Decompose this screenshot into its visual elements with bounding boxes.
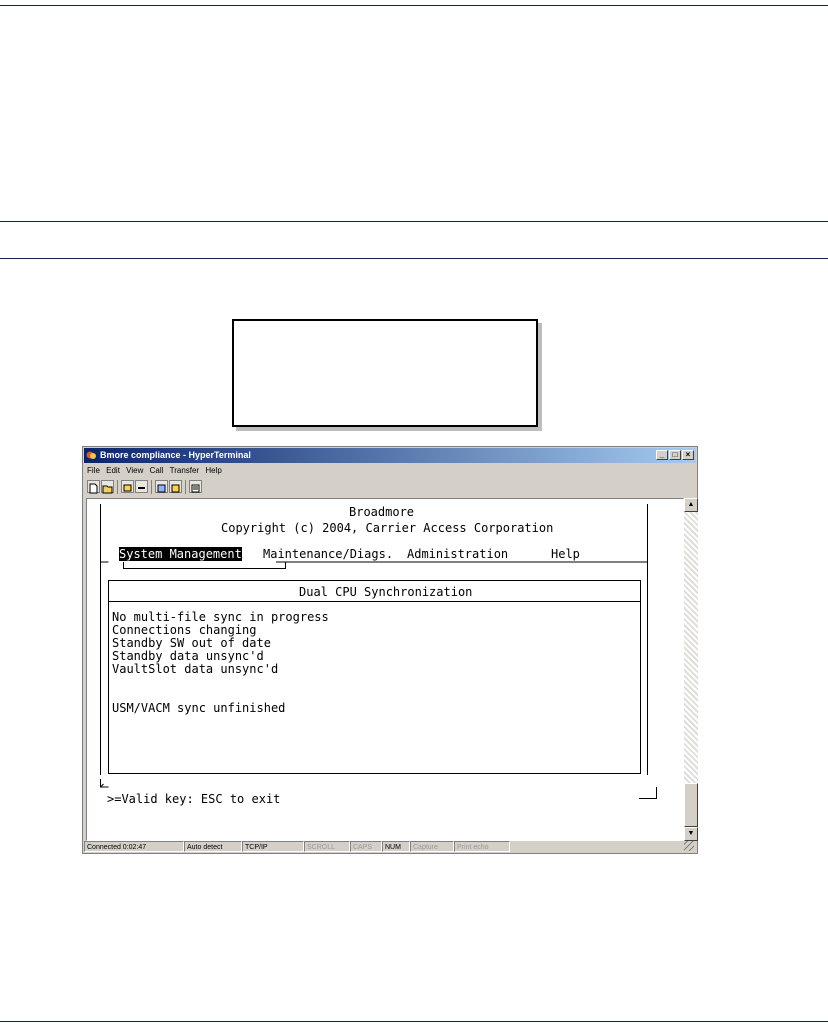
toolbar-separator <box>117 480 118 494</box>
hyperterminal-window: Bmore compliance - HyperTerminal _ □ × F… <box>82 446 698 854</box>
status-line: VaultSlot data unsync'd <box>112 662 279 676</box>
status-line: Standby data unsync'd <box>112 649 264 663</box>
new-icon[interactable] <box>87 480 100 494</box>
receive-icon[interactable] <box>169 480 182 493</box>
status-capture: Capture <box>410 841 454 852</box>
disconnect-icon[interactable] <box>135 480 148 493</box>
toolbar-separator <box>151 480 152 494</box>
window-title: Bmore compliance - HyperTerminal <box>100 450 251 460</box>
copyright-line: Copyright (c) 2004, Carrier Access Corpo… <box>221 521 554 535</box>
callout-box <box>232 319 538 427</box>
close-button[interactable]: × <box>682 450 694 460</box>
scroll-down-icon: ▼ <box>687 830 695 837</box>
status-caps: CAPS <box>350 841 382 852</box>
top-rule <box>0 5 828 6</box>
scroll-down-button[interactable]: ▼ <box>684 827 698 841</box>
menu-system-management[interactable]: System Management <box>119 547 242 561</box>
vertical-scrollbar[interactable]: ▲ ▼ <box>684 498 698 841</box>
hyperterminal-app-icon <box>86 451 96 459</box>
status-line: USM/VACM sync unfinished <box>112 701 286 715</box>
maximize-button[interactable]: □ <box>669 450 681 460</box>
menu-file[interactable]: File <box>87 466 100 475</box>
scroll-up-icon: ▲ <box>687 501 695 508</box>
scroll-thumb[interactable] <box>684 783 698 827</box>
minimize-button[interactable]: _ <box>656 450 668 460</box>
key-prompt: >=Valid key: ESC to exit <box>107 792 281 806</box>
menu-call[interactable]: Call <box>150 466 164 475</box>
maximize-icon: □ <box>672 450 678 459</box>
menu-view[interactable]: View <box>126 466 143 475</box>
menu-transfer[interactable]: Transfer <box>170 466 200 475</box>
menu-help[interactable]: Help <box>205 466 221 475</box>
bottom-rule <box>0 1021 828 1022</box>
status-connected: Connected 0:02:47 <box>84 841 184 852</box>
status-bar: Connected 0:02:47 Auto detect TCP/IP SCR… <box>84 841 696 853</box>
product-name: Broadmore <box>349 505 415 519</box>
status-scroll: SCROLL <box>304 841 350 852</box>
menu-maintenance-diags[interactable]: Maintenance/Diags. <box>263 547 393 561</box>
status-line: Connections changing <box>112 623 257 637</box>
panel-title: Dual CPU Synchronization <box>299 585 473 599</box>
open-icon[interactable] <box>101 480 114 494</box>
status-num: NUM <box>382 841 410 852</box>
section-rule-lower <box>0 258 828 259</box>
menu-edit[interactable]: Edit <box>106 466 120 475</box>
section-rule-upper <box>0 221 828 222</box>
menu-administration[interactable]: Administration <box>407 547 508 561</box>
menu-bar: File Edit View Call Transfer Help <box>85 464 224 477</box>
scroll-up-button[interactable]: ▲ <box>684 498 698 512</box>
minimize-icon: _ <box>659 450 665 459</box>
title-bar[interactable]: Bmore compliance - HyperTerminal _ □ × <box>84 448 696 463</box>
resize-grip-icon[interactable] <box>684 841 694 851</box>
connect-icon[interactable] <box>121 480 134 493</box>
status-print-echo: Print echo <box>454 841 510 852</box>
menu-help-terminal[interactable]: Help <box>551 547 580 561</box>
properties-icon[interactable] <box>189 480 202 493</box>
send-icon[interactable] <box>155 480 168 493</box>
toolbar-separator <box>185 480 186 494</box>
status-detect: Auto detect <box>184 841 242 852</box>
status-line: No multi-file sync in progress <box>112 610 329 624</box>
status-protocol: TCP/IP <box>242 841 304 852</box>
status-line: Standby SW out of date <box>112 636 271 650</box>
close-icon: × <box>685 450 691 459</box>
terminal-screen[interactable]: Broadmore Copyright (c) 2004, Carrier Ac… <box>86 498 684 841</box>
